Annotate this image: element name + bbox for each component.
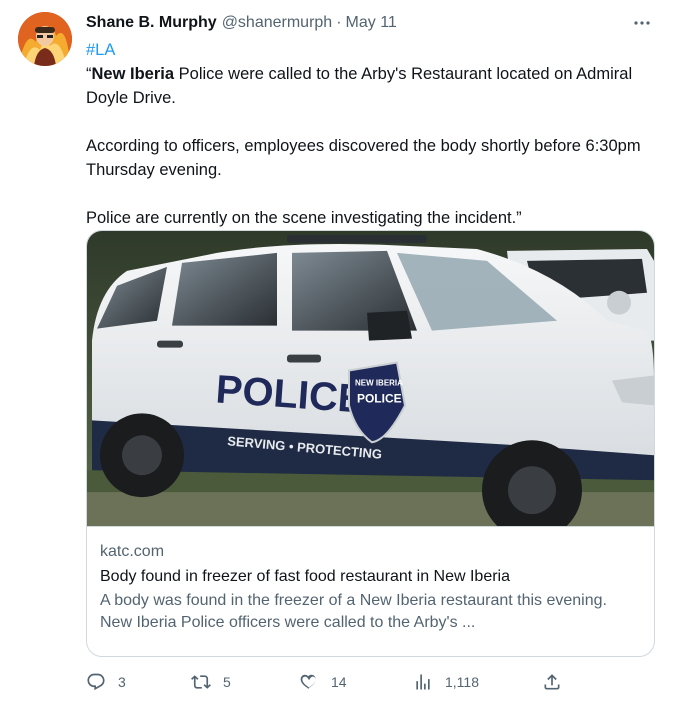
tweet-paragraph-2: According to officers, employees discove… (86, 137, 641, 179)
tweet-paragraph-3: Police are currently on the scene invest… (86, 209, 522, 227)
retweet-count: 5 (223, 674, 231, 690)
retweet-icon (191, 675, 211, 689)
tweet-text: #LA “New Iberia Police were called to th… (86, 38, 646, 230)
views-count: 1,118 (445, 674, 479, 690)
card-body: katc.com Body found in freezer of fast f… (87, 527, 654, 634)
reply-count: 3 (118, 674, 126, 690)
bold-location: New Iberia (91, 65, 175, 83)
hashtag-link[interactable]: #LA (86, 38, 646, 62)
heart-icon (300, 674, 316, 689)
card-description: A body was found in the freezer of a New… (100, 592, 607, 631)
tweet-paragraph-1: “New Iberia Police were called to the Ar… (86, 62, 646, 110)
views-icon (416, 674, 430, 690)
tweet-actions: 3 5 14 1,118 (86, 670, 566, 694)
badge-lettering-top: NEW IBERIA (355, 378, 403, 387)
tweet-date[interactable]: May 11 (346, 14, 397, 32)
more-icon (634, 21, 650, 25)
share-icon (544, 674, 560, 690)
views-button[interactable]: 1,118 (413, 670, 479, 694)
avatar[interactable] (18, 12, 72, 66)
author-display-name[interactable]: Shane B. Murphy (86, 14, 217, 32)
more-options-button[interactable] (631, 12, 653, 34)
separator-dot: · (336, 14, 342, 31)
card-title[interactable]: Body found in freezer of fast food resta… (100, 566, 641, 588)
author-handle[interactable]: @shanermurph (222, 14, 333, 32)
like-button[interactable]: 14 (299, 670, 347, 694)
link-preview-card[interactable]: POLICE NEW IBERIA POLICE SERVING • PROTE… (86, 230, 655, 657)
share-button[interactable] (542, 670, 562, 694)
like-count: 14 (331, 674, 347, 690)
tweet-header: Shane B. Murphy @shanermurph · May 11 (86, 13, 397, 33)
tweet: Shane B. Murphy @shanermurph · May 11 #L… (0, 0, 677, 715)
retweet-button[interactable]: 5 (191, 670, 231, 694)
card-image-police-car[interactable]: POLICE NEW IBERIA POLICE SERVING • PROTE… (87, 231, 654, 527)
badge-lettering-main: POLICE (357, 391, 402, 405)
avatar-image (18, 12, 72, 66)
reply-icon (87, 673, 105, 691)
reply-button[interactable]: 3 (86, 670, 126, 694)
card-domain[interactable]: katc.com (100, 541, 641, 563)
